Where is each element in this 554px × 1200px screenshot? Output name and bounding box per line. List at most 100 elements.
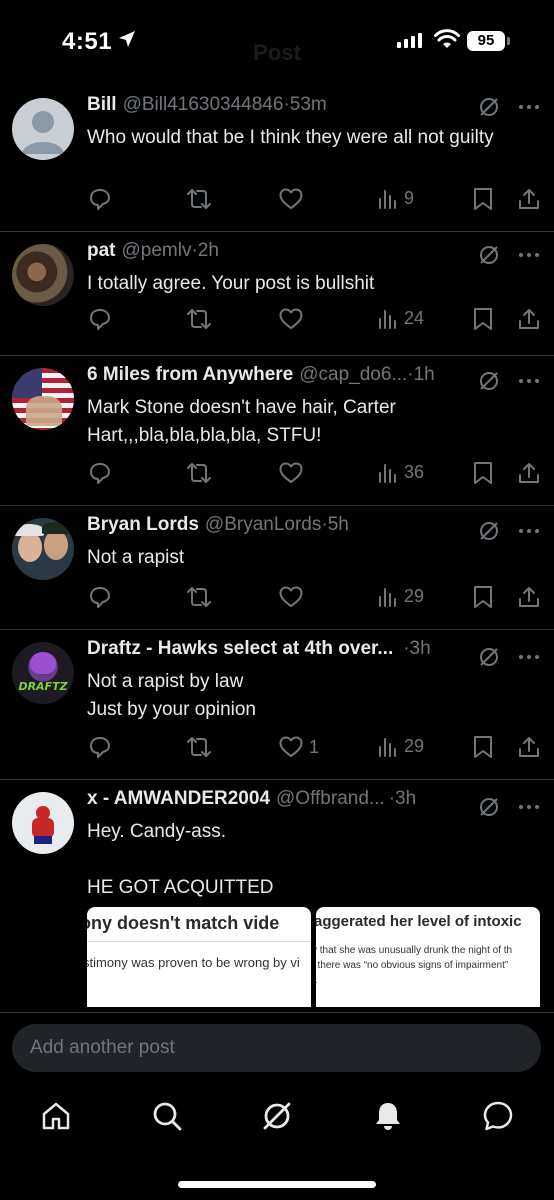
bookmark-button[interactable]	[473, 736, 493, 758]
reply-button[interactable]	[89, 308, 111, 330]
reply-composer-bar: Add another post	[0, 1012, 554, 1082]
bookmark-button[interactable]	[473, 586, 493, 608]
post-time[interactable]: ·1h	[407, 364, 434, 386]
more-options-icon[interactable]	[518, 378, 540, 384]
author-name[interactable]: Draftz - Hawks select at 4th over...	[87, 638, 393, 660]
like-button[interactable]	[279, 188, 309, 210]
views-button[interactable]: 29	[378, 736, 424, 757]
author-name[interactable]: Bryan Lords	[87, 514, 199, 536]
logo-text: DRAFTZ	[18, 680, 68, 693]
replies-feed[interactable]: Bill @Bill41630344846 ·53m Who would tha…	[0, 86, 554, 1012]
avatar[interactable]	[12, 368, 74, 430]
share-button[interactable]	[518, 308, 540, 330]
reply-post[interactable]: x - AMWANDER2004 @Offbrand... ·3h Hey. C…	[0, 780, 554, 1012]
views-button[interactable]: 36	[378, 462, 424, 483]
messages-icon	[483, 1101, 513, 1131]
grok-icon	[263, 1102, 291, 1130]
grok-icon[interactable]	[478, 370, 500, 392]
views-button[interactable]: 29	[378, 586, 424, 607]
reply-post[interactable]: 6 Miles from Anywhere @cap_do6... ·1h Ma…	[0, 356, 554, 506]
avatar[interactable]	[12, 98, 74, 160]
repost-button[interactable]	[187, 188, 211, 210]
media-image[interactable]: nony doesn't match vide stimony was prov…	[87, 907, 311, 1007]
heart-icon	[279, 736, 303, 757]
post-time[interactable]: ·53m	[283, 94, 326, 116]
media-image[interactable]: aggerated her level of intoxic y that sh…	[316, 907, 540, 1007]
more-options-icon[interactable]	[518, 804, 540, 810]
share-button[interactable]	[518, 736, 540, 758]
tab-notifications[interactable]	[372, 1100, 404, 1137]
reply-button[interactable]	[89, 462, 111, 484]
repost-button[interactable]	[187, 308, 211, 330]
author-name[interactable]: x - AMWANDER2004	[87, 788, 270, 810]
avatar[interactable]	[12, 518, 74, 580]
views-button[interactable]: 9	[378, 188, 414, 209]
media-gallery[interactable]: nony doesn't match vide stimony was prov…	[87, 907, 540, 1007]
reply-button[interactable]	[89, 736, 111, 758]
more-options-icon[interactable]	[518, 252, 540, 258]
grok-icon[interactable]	[478, 96, 500, 118]
share-button[interactable]	[518, 462, 540, 484]
author-handle[interactable]: @BryanLords	[205, 514, 321, 536]
like-button[interactable]	[279, 308, 309, 330]
reply-post[interactable]: Bill @Bill41630344846 ·53m Who would tha…	[0, 86, 554, 232]
like-count: 1	[309, 736, 320, 757]
like-button[interactable]: 1	[279, 736, 319, 758]
reply-button[interactable]	[89, 586, 111, 608]
tab-messages[interactable]	[482, 1100, 514, 1137]
share-icon	[519, 309, 539, 329]
avatar-player-pants	[34, 836, 52, 844]
more-options-icon[interactable]	[518, 654, 540, 660]
cellular-signal-icon	[397, 32, 422, 48]
tab-home[interactable]	[40, 1100, 72, 1137]
reply-post[interactable]: pat @pemlv ·2h I totally agree. Your pos…	[0, 232, 554, 356]
share-button[interactable]	[518, 188, 540, 210]
grok-icon[interactable]	[478, 520, 500, 542]
author-handle[interactable]: @pemlv	[122, 240, 192, 262]
author-handle[interactable]: @Offbrand...	[276, 788, 385, 810]
bookmark-button[interactable]	[473, 308, 493, 330]
reply-button[interactable]	[89, 188, 111, 210]
tab-grok[interactable]	[261, 1100, 293, 1137]
view-count: 29	[404, 586, 425, 606]
reply-post[interactable]: DRAFTZ Draftz - Hawks select at 4th over…	[0, 630, 554, 780]
author-name[interactable]: 6 Miles from Anywhere	[87, 364, 293, 386]
repost-button[interactable]	[187, 586, 211, 608]
author-name[interactable]: Bill	[87, 94, 117, 116]
author-handle[interactable]: @cap_do6...	[299, 364, 407, 386]
bookmark-button[interactable]	[473, 188, 493, 210]
post-time[interactable]: ·2h	[191, 240, 218, 262]
post-time[interactable]: ·5h	[321, 514, 348, 536]
avatar[interactable]: DRAFTZ	[12, 642, 74, 704]
more-options-icon[interactable]	[518, 528, 540, 534]
bookmark-button[interactable]	[473, 462, 493, 484]
bookmark-icon	[474, 462, 492, 484]
post-time[interactable]: ·3h	[389, 788, 416, 810]
share-button[interactable]	[518, 586, 540, 608]
reply-input[interactable]: Add another post	[12, 1024, 541, 1072]
grok-icon[interactable]	[478, 646, 500, 668]
reply-icon	[90, 737, 110, 758]
avatar[interactable]	[12, 792, 74, 854]
tab-search[interactable]	[151, 1100, 183, 1137]
post-text: Not a rapist	[87, 547, 185, 568]
like-button[interactable]	[279, 462, 309, 484]
avatar-figure	[26, 396, 62, 426]
like-button[interactable]	[279, 586, 309, 608]
grok-icon[interactable]	[478, 796, 500, 818]
bookmark-icon	[474, 586, 492, 608]
bookmark-icon	[474, 188, 492, 210]
avatar[interactable]	[12, 244, 74, 306]
post-time[interactable]: ·3h	[403, 638, 430, 660]
author-name[interactable]: pat	[87, 240, 116, 262]
repost-button[interactable]	[187, 462, 211, 484]
grok-icon[interactable]	[478, 244, 500, 266]
share-icon	[519, 189, 539, 209]
post-text: Mark Stone doesn't have hair, Carter Har…	[87, 397, 396, 446]
repost-button[interactable]	[187, 736, 211, 758]
views-button[interactable]: 24	[378, 308, 424, 329]
reply-post[interactable]: Bryan Lords @BryanLords ·5h Not a rapist	[0, 506, 554, 630]
more-options-icon[interactable]	[518, 104, 540, 110]
view-count: 9	[404, 188, 415, 208]
author-handle[interactable]: @Bill41630344846	[123, 94, 284, 116]
